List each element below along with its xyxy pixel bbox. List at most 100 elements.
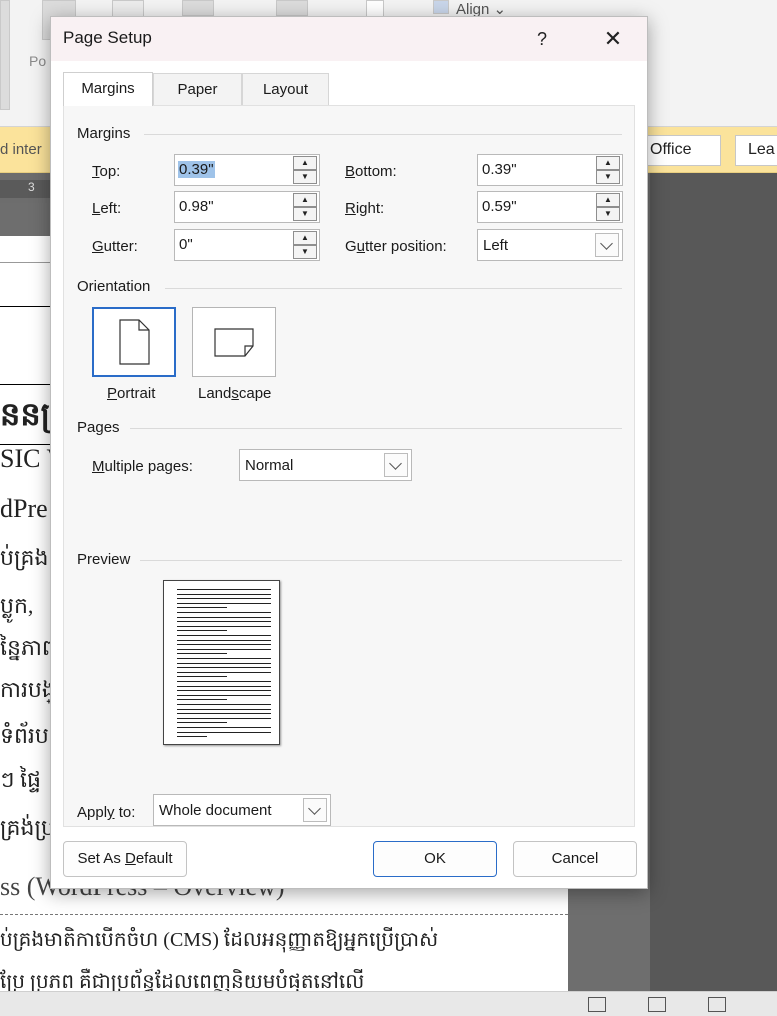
multiple-pages-select[interactable]: Normal	[239, 449, 412, 481]
left-margin-field[interactable]: 0.98" ▲ ▼	[174, 191, 320, 223]
dialog-titlebar[interactable]: Page Setup ? ✕	[51, 17, 647, 61]
help-button[interactable]: ?	[528, 25, 556, 53]
multiple-pages-key: M	[92, 458, 105, 475]
apply-to-pre: Appl	[77, 804, 108, 821]
landscape-key: s	[231, 385, 239, 402]
multiple-pages-text: ultiple pages:	[104, 458, 193, 475]
preview-text-line	[177, 676, 227, 678]
ok-button[interactable]: OK	[373, 841, 497, 877]
spin-down-icon[interactable]: ▼	[293, 207, 317, 221]
landscape-pre: Land	[198, 385, 232, 402]
ribbon-icon[interactable]	[276, 0, 308, 16]
landscape-button[interactable]	[192, 307, 276, 377]
preview-text-line	[177, 616, 271, 618]
gutter-value[interactable]: 0"	[178, 236, 194, 253]
landscape-post: cape	[238, 385, 272, 402]
chevron-down-icon	[308, 802, 321, 815]
doc-text: dPre	[0, 494, 48, 523]
ribbon-partial-label[interactable]: Po	[29, 53, 46, 69]
spin-up-icon[interactable]: ▲	[293, 231, 317, 245]
right-label: Right:	[345, 200, 384, 217]
spin-up-icon[interactable]: ▲	[596, 193, 620, 207]
preview-text-line	[177, 607, 227, 609]
set-as-default-button[interactable]: Set As Default	[63, 841, 187, 877]
read-mode-icon[interactable]	[588, 997, 606, 1012]
portrait-key: P	[107, 385, 118, 402]
gutter-field[interactable]: 0" ▲ ▼	[174, 229, 320, 261]
print-layout-icon[interactable]	[648, 997, 666, 1012]
bottom-margin-value[interactable]: 0.39"	[481, 161, 518, 178]
spin-down-icon[interactable]: ▼	[293, 245, 317, 259]
office-button[interactable]: Office	[637, 135, 721, 166]
divider	[140, 560, 622, 561]
bottom-label-text: ottom:	[355, 163, 397, 180]
doc-text: ន្នៃភាព	[0, 635, 56, 660]
right-label-key: R	[345, 200, 356, 217]
spin-up-icon[interactable]: ▲	[596, 156, 620, 170]
preview-text-line	[177, 717, 271, 719]
web-layout-icon[interactable]	[708, 997, 726, 1012]
ruler-number: 3	[28, 180, 35, 194]
divider	[144, 134, 622, 135]
apply-to-value: Whole document	[159, 802, 272, 819]
ribbon-icon[interactable]	[182, 0, 214, 16]
preview-text-line	[177, 685, 271, 687]
preview-text-line	[177, 713, 271, 715]
spinner: ▲ ▼	[293, 231, 317, 259]
landscape-label: Landscape	[198, 385, 271, 402]
dropdown-button[interactable]	[595, 233, 619, 257]
gutter-label-key: G	[92, 238, 104, 255]
spin-down-icon[interactable]: ▼	[596, 170, 620, 184]
close-icon[interactable]: ✕	[598, 25, 628, 53]
preview-text-line	[177, 704, 271, 705]
tab-margins[interactable]: Margins	[63, 72, 153, 106]
doc-text: ទំព័រប	[0, 723, 49, 748]
doc-text: គ្រង់ប្រ	[0, 815, 55, 840]
portrait-label: Portrait	[107, 385, 155, 402]
dropdown-button[interactable]	[384, 453, 408, 477]
gutter-position-select[interactable]: Left	[477, 229, 623, 261]
portrait-page-icon	[119, 319, 150, 365]
ribbon-icon[interactable]	[433, 0, 449, 14]
doc-text: ប្លូក,	[0, 593, 34, 618]
learn-button[interactable]: Lea	[735, 135, 777, 166]
top-margin-value[interactable]: 0.39"	[178, 161, 215, 178]
preview-text-line	[177, 621, 271, 623]
bottom-label: Bottom:	[345, 163, 397, 180]
left-margin-value[interactable]: 0.98"	[178, 198, 215, 215]
spin-down-icon[interactable]: ▼	[293, 170, 317, 184]
preview-text-line	[177, 699, 227, 701]
portrait-text: ortrait	[117, 385, 156, 402]
preview-text-line	[177, 653, 227, 655]
gutter-position-text: tter position:	[365, 238, 447, 255]
doc-text: ប់គ្រង	[0, 545, 49, 570]
bottom-margin-field[interactable]: 0.39" ▲ ▼	[477, 154, 623, 186]
preview-text-line	[177, 681, 271, 682]
gutter-label-text: utter:	[103, 238, 138, 255]
spin-up-icon[interactable]: ▲	[293, 156, 317, 170]
right-margin-field[interactable]: 0.59" ▲ ▼	[477, 191, 623, 223]
chevron-down-icon	[389, 457, 402, 470]
tab-layout[interactable]: Layout	[242, 73, 329, 105]
ruler: 3	[0, 180, 56, 198]
tab-paper[interactable]: Paper	[153, 73, 242, 105]
spin-down-icon[interactable]: ▼	[596, 207, 620, 221]
apply-to-post: to:	[114, 804, 136, 821]
dropdown-button[interactable]	[303, 798, 327, 822]
apply-to-select[interactable]: Whole document	[153, 794, 331, 826]
preview-text-line	[177, 602, 271, 604]
right-margin-value[interactable]: 0.59"	[481, 198, 518, 215]
margins-panel: Margins Top: 0.39" ▲ ▼ Bottom: 0.39" ▲ ▼…	[63, 105, 635, 827]
top-margin-field[interactable]: 0.39" ▲ ▼	[174, 154, 320, 186]
gutter-position-pre: G	[345, 238, 357, 255]
cancel-button[interactable]: Cancel	[513, 841, 637, 877]
preview-text-line	[177, 731, 271, 733]
preview-thumbnail	[163, 580, 280, 745]
spin-up-icon[interactable]: ▲	[293, 193, 317, 207]
page-rule	[0, 914, 568, 915]
preview-text-line	[177, 727, 271, 728]
preview-text-line	[177, 635, 271, 636]
ribbon-icon[interactable]	[0, 0, 10, 110]
tab-label: Paper	[177, 81, 218, 98]
portrait-button[interactable]	[92, 307, 176, 377]
